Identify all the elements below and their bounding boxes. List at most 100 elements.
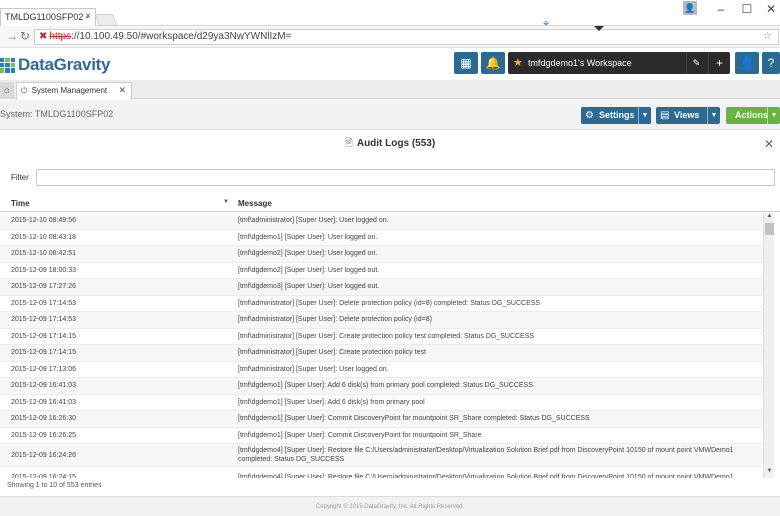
user-icon[interactable]: 👤 (735, 52, 759, 74)
actions-label: Actions (735, 110, 769, 120)
table-row[interactable]: 2015-12-09 17:14:53 [tmf\administrator] [… (0, 296, 762, 312)
table-row[interactable]: 2015-12-09 17:27:26 [tmf\dgdemo3] [Super … (0, 279, 762, 296)
table-row[interactable]: 2015-12-09 16:26:25 [tmf\dgdemo1] [Super … (0, 428, 762, 444)
settings-button[interactable]: ⚙ Settings ▼ (581, 107, 651, 124)
chevron-down-icon[interactable]: ▼ (707, 107, 720, 124)
column-header-message[interactable]: Message (238, 199, 272, 208)
chart-icon: ▤ (660, 110, 670, 121)
row-time: 2015-12-09 17:14:53 (11, 299, 76, 307)
row-time: 2015-12-09 17:14:15 (11, 332, 76, 340)
views-label: Views (674, 110, 700, 120)
row-time: 2015-12-09 16:41:03 (11, 382, 76, 390)
sort-down-icon[interactable]: ▼ (223, 199, 229, 205)
back-icon[interactable]: → (6, 29, 18, 43)
help-icon[interactable]: ? (762, 52, 780, 74)
document-icon: 🗎 (344, 138, 353, 149)
close-window-icon[interactable]: ✕ (758, 2, 780, 16)
address-bar[interactable]: ✖ https://10.100.49.50/#workspace/d29ya3N… (34, 29, 779, 45)
minimize-icon[interactable]: – (708, 2, 734, 16)
row-message: [tmf\dgdemo1] [Super User]: Commit Disco… (238, 431, 482, 439)
filter-label: Filter (11, 173, 29, 182)
workspace-selector[interactable]: ★ tmfdgdemo1's Workspace ✎ + (508, 52, 730, 74)
insecure-lock-icon: ✖ (39, 31, 48, 42)
system-label: System: TMLDG1100SFP02 (0, 109, 114, 119)
row-time: 2015-12-09 17:14:53 (11, 316, 76, 324)
table-row[interactable]: 2015-12-10 08:43:18 [tmf\dgdemo1] [Super … (0, 230, 762, 246)
table-row[interactable]: 2015-12-09 16:41:03 [tmf\dgdemo1] [Super … (0, 395, 762, 411)
row-time: 2015-12-09 18:00:33 (11, 266, 76, 274)
scroll-up-icon[interactable]: ▲ (764, 213, 775, 223)
gear-icon: ⚙ (585, 110, 594, 121)
scroll-down-icon[interactable]: ▼ (764, 468, 775, 478)
chevron-down-icon[interactable]: ▼ (767, 107, 780, 124)
row-time: 2015-12-09 17:14:15 (11, 349, 76, 357)
settings-label: Settings (599, 110, 635, 120)
workspace-caret (594, 26, 604, 31)
pagination-info: Showing 1 to 10 of 553 entries (7, 482, 102, 489)
power-icon: ⏻ (21, 86, 28, 95)
bookmark-star-icon[interactable]: ☆ (763, 31, 772, 42)
row-message: [tmf\dgdemo4] [Super User]: Restore file… (238, 447, 734, 463)
table-row[interactable]: 2015-12-09 16:24:26 [tmf\dgdemo4] [Super … (0, 444, 762, 467)
dialog-title-text: Audit Logs (553) (356, 138, 436, 149)
row-message: [tmf\administrator] [Super User]: Create… (238, 349, 426, 357)
table-row[interactable]: 2015-12-09 17:14:15 [tmf\administrator] [… (0, 345, 762, 362)
table-row[interactable]: 2015-12-09 17:13:06 [tmf\administrator] [… (0, 362, 762, 378)
actions-button[interactable]: Actions ▼ (726, 107, 780, 124)
workspace-name: tmfdgdemo1's Workspace (528, 58, 632, 68)
table-row[interactable]: 2015-12-09 16:24:15 [tmf\dgdemo4] [Super … (0, 467, 762, 478)
tab-close-icon[interactable]: ✕ (118, 85, 126, 96)
row-message: [tmf\dgdemo1] [Super User]: Add 6 disk(s… (238, 382, 533, 390)
table-row[interactable]: 2015-12-09 17:14:53 [tmf\administrator] [… (0, 312, 762, 329)
row-time: 2015-12-09 17:27:26 (11, 283, 76, 291)
browser-tab-close-icon[interactable]: × (85, 11, 91, 22)
row-time: 2015-12-10 08:42:51 (11, 250, 76, 258)
browser-tab[interactable]: TMLDG1100SFP02 - × (0, 8, 96, 26)
table-body: 2015-12-10 08:49:56 [tmf\administrator] [… (0, 213, 762, 478)
system-bar: System: TMLDG1100SFP02 ⚙ Settings ▼ ▤ Vi… (0, 100, 780, 130)
url-scheme: https (49, 31, 72, 42)
maximize-icon[interactable]: ☐ (734, 2, 760, 16)
tab-system-management[interactable]: ⏻ System Management ✕ (16, 82, 132, 100)
browser-tab-title: TMLDG1100SFP02 - (5, 12, 89, 22)
row-time: 2015-12-09 16:24:26 (11, 451, 76, 459)
row-message: [tmf\administrator] [Super User]: Delete… (238, 316, 432, 324)
row-message: [tmf\administrator] [Super User]: User l… (238, 365, 389, 373)
column-header-time[interactable]: Time (11, 199, 30, 208)
scroll-thumb[interactable] (765, 223, 774, 235)
url-path: ://10.100.49.50/#workspace/d29ya3NwYWNlI… (71, 31, 292, 42)
grid-icon[interactable]: ▦ (454, 52, 478, 74)
table-scrollbar[interactable]: ▲ ▼ (763, 213, 774, 478)
table-row[interactable]: 2015-12-09 17:14:15 [tmf\administrator] [… (0, 329, 762, 345)
table-row[interactable]: 2015-12-09 16:41:03 [tmf\dgdemo1] [Super … (0, 378, 762, 395)
address-row: → ↻ ✖ https://10.100.49.50/#workspace/d29… (0, 26, 780, 48)
logo-mark-icon (0, 57, 15, 73)
row-message: [tmf\dgdemo1] [Super User]: Add 6 disk(s… (238, 398, 425, 406)
new-tab-button[interactable] (94, 14, 118, 26)
copyright: Copyright © 2015 DataGravity, Inc. All R… (0, 496, 780, 516)
pencil-icon[interactable]: ✎ (686, 52, 706, 74)
dialog-title: 🗎 Audit Logs (553) (0, 136, 780, 153)
browser-user-icon[interactable]: 👤 (683, 1, 697, 15)
views-button[interactable]: ▤ Views ▼ (656, 107, 720, 124)
home-icon[interactable]: ⌂ (0, 82, 14, 99)
plus-icon[interactable]: + (708, 52, 730, 74)
filter-input[interactable] (36, 169, 775, 186)
row-time: 2015-12-09 16:41:03 (11, 398, 76, 406)
close-icon[interactable]: ✕ (764, 137, 774, 151)
bell-icon[interactable]: 🔔 (481, 52, 505, 74)
browser-chrome: TMLDG1100SFP02 - × 👤 – ☐ ✕ ⌖ (0, 0, 780, 30)
table-header: Time ▼ Message (0, 196, 780, 212)
row-message: [tmf\dgdemo1] [Super User]: Commit Disco… (238, 415, 590, 423)
tab-label: System Management (31, 86, 108, 95)
table-row[interactable]: 2015-12-10 08:49:56 [tmf\administrator] [… (0, 213, 762, 230)
logo[interactable]: DataGravity (0, 55, 110, 75)
star-icon: ★ (513, 57, 523, 69)
table-row[interactable]: 2015-12-09 18:00:33 [tmf\dgdemo2] [Super … (0, 263, 762, 279)
row-message: [tmf\dgdemo1] [Super User]: User logged … (238, 233, 378, 241)
reload-icon[interactable]: ↻ (20, 29, 30, 43)
table-row[interactable]: 2015-12-09 16:26:30 [tmf\dgdemo1] [Super … (0, 411, 762, 428)
chevron-down-icon[interactable]: ▼ (638, 107, 651, 124)
row-time: 2015-12-10 08:43:18 (11, 233, 76, 241)
table-row[interactable]: 2015-12-10 08:42:51 [tmf\dgdemo2] [Super … (0, 246, 762, 263)
